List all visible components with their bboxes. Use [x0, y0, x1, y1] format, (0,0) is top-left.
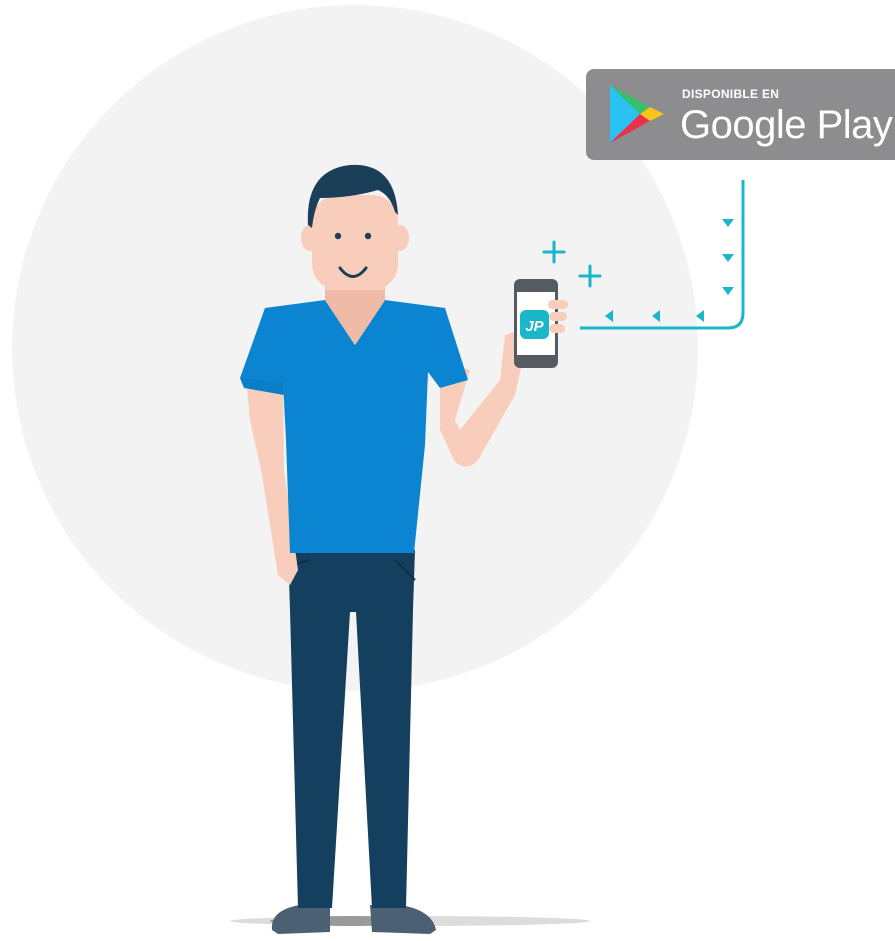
arrow-icon	[696, 310, 704, 322]
google-play-icon	[610, 85, 664, 143]
arrow-icon	[722, 287, 734, 295]
badge-small-text: DISPONIBLE EN	[682, 87, 780, 101]
badge-store-name: Google Play	[680, 103, 893, 147]
arrow-icon	[722, 219, 734, 227]
google-play-badge[interactable]: DISPONIBLE EN Google Play	[586, 69, 895, 160]
app-icon-label: JP	[525, 318, 544, 335]
arrow-icon	[722, 254, 734, 262]
